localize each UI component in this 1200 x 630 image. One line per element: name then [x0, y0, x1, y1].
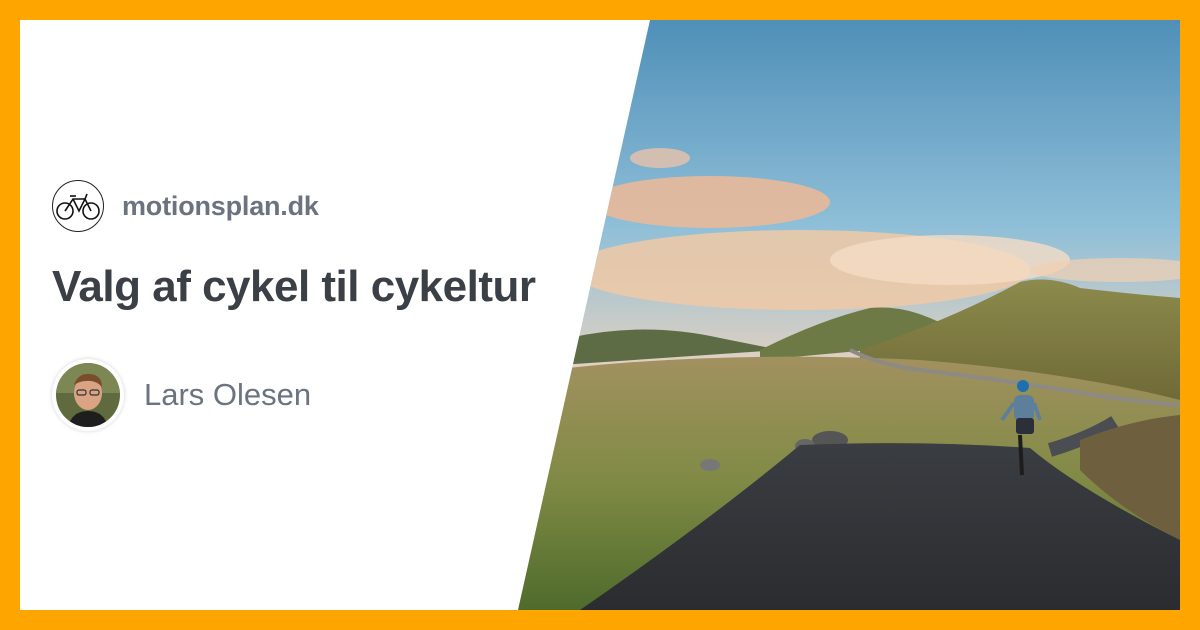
share-card: motionsplan.dk Valg af cykel til cykeltu…: [20, 20, 1180, 610]
site-name[interactable]: motionsplan.dk: [122, 191, 319, 222]
site-row: motionsplan.dk: [52, 180, 319, 232]
author-row: Lars Olesen: [52, 357, 311, 433]
author-name[interactable]: Lars Olesen: [144, 377, 311, 413]
avatar: [52, 359, 124, 431]
hero-photo: [518, 20, 1180, 610]
bicycle-icon: [52, 180, 104, 232]
person-avatar-icon: [56, 363, 120, 427]
article-title: Valg af cykel til cykeltur: [52, 262, 536, 311]
share-card-frame: motionsplan.dk Valg af cykel til cykeltu…: [0, 0, 1200, 630]
